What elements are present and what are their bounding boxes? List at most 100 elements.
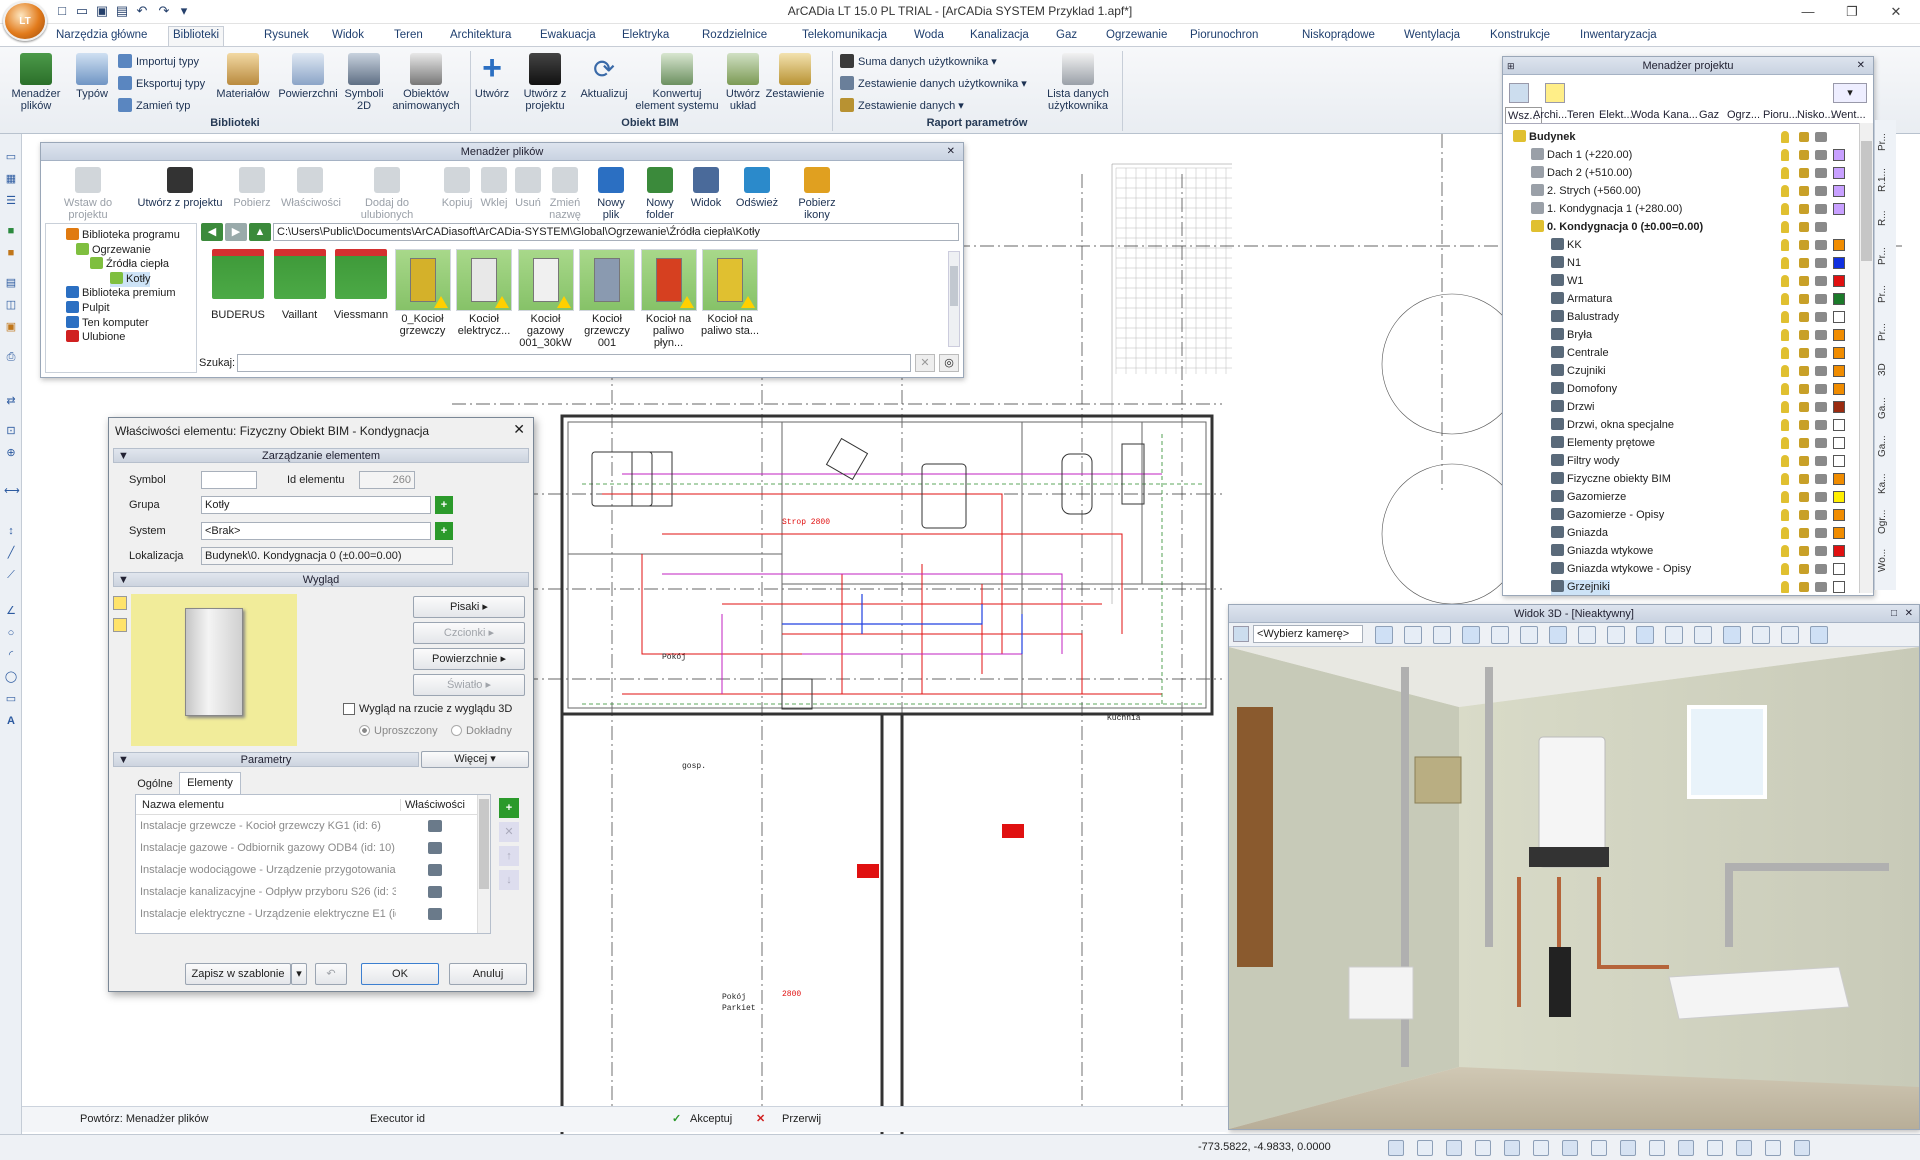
color-swatch[interactable] [1833,329,1845,341]
tree-item-3[interactable]: Kotły [110,271,151,287]
types-button[interactable]: Typów [70,53,114,100]
view-3d-tool-icon[interactable] [1752,626,1770,644]
customize-arrow-icon[interactable]: ▾ [176,3,192,19]
tab-12[interactable]: Gaz [1052,27,1081,46]
file-item-8[interactable]: Kocioł na paliwo sta... [699,249,761,337]
tab-18[interactable]: Inwentaryzacja [1576,27,1661,46]
color-swatch[interactable] [1833,347,1845,359]
tab-6[interactable]: Ewakuacja [536,27,600,46]
visibility-icon[interactable] [1781,455,1789,467]
tree-item-0[interactable]: Biblioteka programu [66,228,180,243]
circle-icon[interactable]: ○ [4,626,18,640]
color-swatch[interactable] [1833,185,1845,197]
restore-icon[interactable]: ❐ [1830,2,1874,22]
tree-item-2[interactable]: Źródła ciepła [90,257,169,272]
tab-14[interactable]: Piorunochron [1186,27,1262,46]
print-icon[interactable]: ⎙ [4,350,18,364]
lock-icon[interactable] [1799,438,1809,448]
pm-tab-1[interactable]: Archi... [1533,107,1567,123]
more-button[interactable]: Więcej ▾ [421,751,529,768]
project-tree-item[interactable]: Dach 1 (+220.00) [1531,148,1632,163]
color-swatch[interactable] [1833,383,1845,395]
side-tab-1[interactable]: R.1... [1877,162,1895,198]
tab-1[interactable]: Biblioteki [168,26,225,46]
user-data-statement-button[interactable]: Zestawienie danych użytkownika ▾ [840,75,1027,93]
up-icon[interactable]: ▲ [249,223,271,241]
save-icon[interactable]: ▣ [94,3,110,19]
visibility-icon[interactable] [1781,275,1789,287]
project-tree-item[interactable]: Gazomierze [1551,490,1626,505]
view-3d-tool-icon[interactable] [1433,626,1451,644]
update-button[interactable]: ⟳ Aktualizuj [578,53,630,100]
side-tab-0[interactable]: Pr... [1877,124,1895,160]
visibility-icon[interactable] [1781,419,1789,431]
color-swatch[interactable] [1833,401,1845,413]
print-icon[interactable] [1815,312,1827,322]
print-icon[interactable] [1815,420,1827,430]
status-tool-icon[interactable] [1504,1140,1520,1156]
visibility-icon[interactable] [1781,239,1789,251]
green-box-icon[interactable]: ■ [4,224,18,238]
pm-tab-4[interactable]: Woda [1631,107,1660,123]
lock-icon[interactable] [1799,168,1809,178]
export-types-button[interactable]: Eksportuj typy [118,75,205,93]
color-swatch[interactable] [1833,473,1845,485]
visibility-icon[interactable] [1781,509,1789,521]
close-icon[interactable]: ✕ [513,421,525,438]
ok-button[interactable]: OK [361,963,439,985]
accept-button[interactable]: Akceptuj [690,1113,732,1125]
fm-toolbar-button-8[interactable]: Zmień nazwę [545,167,585,221]
file-list-scrollbar[interactable] [948,251,960,347]
color-swatch[interactable] [1833,311,1845,323]
tree-item-7[interactable]: Ulubione [66,330,125,345]
create-from-project-button[interactable]: Utwórz z projektu [514,53,576,112]
import-types-button[interactable]: Importuj typy [118,53,199,71]
tab-elements[interactable]: Elementy [179,772,241,794]
status-tool-icon[interactable] [1475,1140,1491,1156]
filter-icon[interactable] [1545,83,1565,103]
table-icon[interactable]: ▤ [4,276,18,290]
view-3d-tool-icon[interactable] [1375,626,1393,644]
lock-icon[interactable] [1799,312,1809,322]
color-swatch[interactable] [1833,419,1845,431]
section-params[interactable]: ▼ Parametry [113,752,419,767]
view-3d-tool-icon[interactable] [1636,626,1654,644]
properties-icon[interactable] [428,886,442,898]
arc-icon[interactable]: ◜ [4,648,18,662]
app-logo[interactable]: LT [3,1,47,41]
lock-icon[interactable] [1799,294,1809,304]
table-scrollbar[interactable] [477,795,490,933]
print-icon[interactable] [1815,132,1827,142]
lock-icon[interactable] [1799,420,1809,430]
table-row[interactable]: Instalacje grzewcze - Kocioł grzewczy KG… [136,817,476,837]
side-tab-9[interactable]: Ka... [1877,466,1895,502]
file-item-5[interactable]: Kocioł gazowy 001_30kW [515,249,577,349]
path-field[interactable]: C:\Users\Public\Documents\ArCADiasoft\Ar… [273,223,959,241]
side-tab-4[interactable]: Pr... [1877,276,1895,312]
add-group-icon[interactable]: + [435,496,453,514]
convert-element-button[interactable]: Konwertuj element systemu [632,53,722,112]
system-select[interactable]: <Brak> [201,522,431,540]
table-row[interactable]: Instalacje gazowe - Odbiornik gazowy ODB… [136,839,476,859]
color-swatch[interactable] [1833,509,1845,521]
polyline-icon[interactable]: ⟋ [4,568,18,582]
color-swatch[interactable] [1833,257,1845,269]
print-icon[interactable] [1815,510,1827,520]
tab-10[interactable]: Woda [910,27,948,46]
status-tool-icon[interactable] [1707,1140,1723,1156]
project-tree-item[interactable]: Domofony [1551,382,1617,397]
save-template-button[interactable]: Zapisz w szablonie [185,963,291,985]
print-icon[interactable] [1815,240,1827,250]
print-icon[interactable] [1815,438,1827,448]
visibility-icon[interactable] [1781,257,1789,269]
project-tree-item[interactable]: Gniazda wtykowe - Opisy [1551,562,1691,577]
data-statement-button[interactable]: Zestawienie danych ▾ [840,97,964,115]
lock-icon[interactable] [1799,492,1809,502]
color-swatch[interactable] [1833,275,1845,287]
close-icon[interactable]: ✕ [1874,2,1918,22]
print-icon[interactable] [1815,528,1827,538]
table-row[interactable]: Instalacje wodociągowe - Urządzenie przy… [136,861,476,881]
camera-icon[interactable] [1233,626,1249,642]
file-item-1[interactable]: Vaillant [269,249,331,321]
status-tool-icon[interactable] [1765,1140,1781,1156]
